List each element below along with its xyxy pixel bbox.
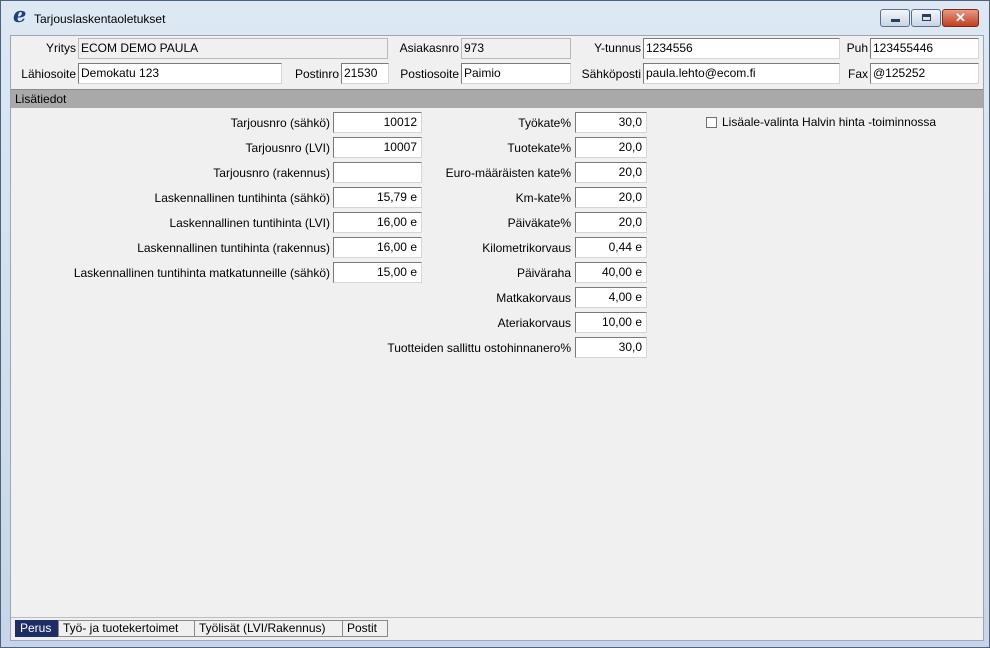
yritys-label: Yritys [46,41,76,55]
app-logo-icon: e [13,2,27,27]
tab-tyo-ja-tuotekertoimet[interactable]: Työ- ja tuotekertoimet [58,620,195,637]
tab-separator [11,617,983,618]
tab-postit[interactable]: Postit [342,620,388,637]
puh-field[interactable]: 123455446 [870,38,979,59]
fax-field[interactable]: @125252 [870,63,979,84]
ateriakorvaus-field[interactable]: 10,00 e [575,312,647,333]
ostohinnanero-label: Tuotteiden sallittu ostohinnanero% [387,341,571,355]
minimize-icon [891,19,900,22]
sahkoposti-field[interactable]: paula.lehto@ecom.fi [643,63,840,84]
lisaale-checkbox-label[interactable]: Lisäale-valinta Halvin hinta -toiminnoss… [722,112,936,132]
postiosoite-field[interactable]: Paimio [461,63,571,84]
paivaraha-field[interactable]: 40,00 e [575,262,647,283]
tuntihinta-rakennus-label: Laskennallinen tuntihinta (rakennus) [137,241,330,255]
lahiosoite-field[interactable]: Demokatu 123 [78,63,282,84]
client-area: Yritys ECOM DEMO PAULA Asiakasnro 973 Y-… [10,35,984,641]
paivakate-field[interactable]: 20,0 [575,212,647,233]
matkakorvaus-field[interactable]: 4,00 e [575,287,647,308]
maximize-icon [922,14,931,21]
close-icon: ✕ [955,10,966,25]
paivakate-label: Päiväkate% [507,216,571,230]
tuntihinta-sahko-label: Laskennallinen tuntihinta (sähkö) [154,191,330,205]
sahkoposti-label: Sähköposti [581,67,641,81]
fax-label: Fax [847,67,868,81]
tab-perus[interactable]: Perus [15,620,59,637]
lahiosoite-label: Lähiosoite [21,67,76,81]
postinro-field[interactable]: 21530 [341,63,389,84]
tab-tyolisat[interactable]: Työlisät (LVI/Rakennus) [194,620,343,637]
asiakasnro-field[interactable]: 973 [461,38,571,59]
minimize-button[interactable] [880,9,910,27]
tarjousnro-sahko-label: Tarjousnro (sähkö) [230,116,330,130]
postiosoite-label: Postiosoite [400,67,459,81]
settings-window: e Tarjouslaskentaoletukset ✕ Yritys ECOM… [0,0,990,648]
tuotekate-label: Tuotekate% [507,141,571,155]
window-title: Tarjouslaskentaoletukset [34,12,166,26]
title-bar[interactable]: e Tarjouslaskentaoletukset ✕ [1,1,989,35]
km-kate-field[interactable]: 20,0 [575,187,647,208]
matkakorvaus-label: Matkakorvaus [496,291,571,305]
tarjousnro-lvi-label: Tarjousnro (LVI) [245,141,330,155]
maximize-button[interactable] [911,9,941,27]
euro-kate-field[interactable]: 20,0 [575,162,647,183]
km-kate-label: Km-kate% [515,191,571,205]
postinro-label: Postinro [294,67,339,81]
ytunnus-label: Y-tunnus [594,41,641,55]
section-header: Lisätiedot [11,89,983,108]
tuotekate-field[interactable]: 20,0 [575,137,647,158]
paivaraha-label: Päiväraha [516,266,571,280]
ytunnus-field[interactable]: 1234556 [643,38,840,59]
close-button[interactable]: ✕ [942,9,979,27]
ateriakorvaus-label: Ateriakorvaus [497,316,571,330]
tarjousnro-rakennus-label: Tarjousnro (rakennus) [213,166,330,180]
tyokate-field[interactable]: 30,0 [575,112,647,133]
section-title: Lisätiedot [15,92,67,106]
tuntihinta-lvi-label: Laskennallinen tuntihinta (LVI) [169,216,330,230]
asiakasnro-label: Asiakasnro [399,41,459,55]
puh-label: Puh [846,41,868,55]
yritys-field[interactable]: ECOM DEMO PAULA [78,38,388,59]
kilometrikorvaus-field[interactable]: 0,44 e [575,237,647,258]
lisaale-checkbox[interactable] [706,117,717,128]
tuntihinta-matkatunnit-label: Laskennallinen tuntihinta matkatunneille… [73,266,330,280]
tyokate-label: Työkate% [518,116,571,130]
euro-kate-label: Euro-määräisten kate% [445,166,571,180]
kilometrikorvaus-label: Kilometrikorvaus [482,241,571,255]
ostohinnanero-field[interactable]: 30,0 [575,337,647,358]
